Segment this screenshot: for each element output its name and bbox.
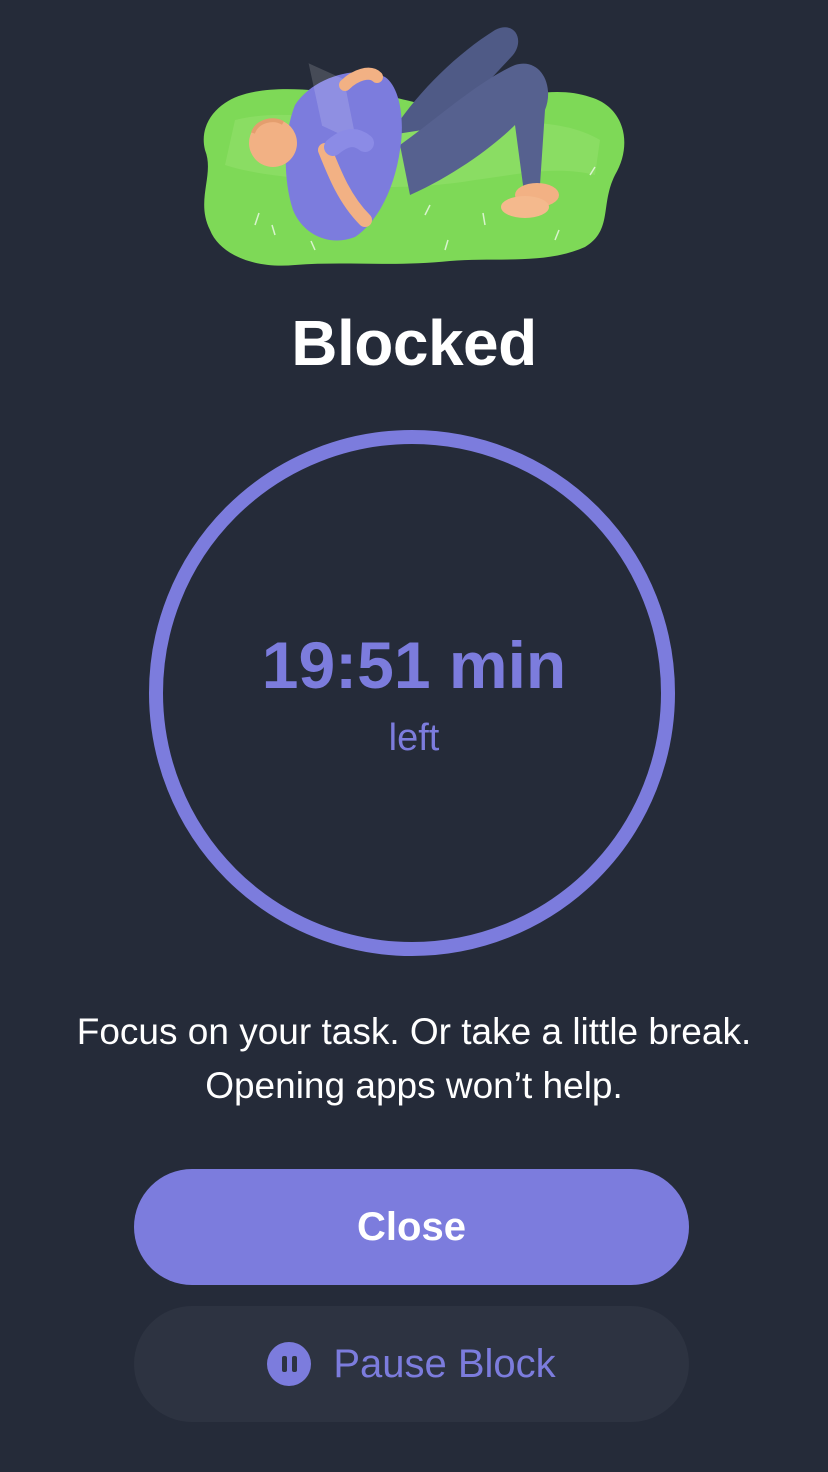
pause-icon <box>267 1342 312 1386</box>
focus-message: Focus on your task. Or take a little bre… <box>76 1011 752 1106</box>
time-remaining-label: left <box>388 717 440 759</box>
pause-block-label: Pause Block <box>333 1341 556 1386</box>
person-reading-illustration <box>195 25 635 270</box>
page-title: Blocked <box>291 307 537 379</box>
pause-block-button[interactable]: Pause Block <box>134 1306 689 1422</box>
close-button[interactable]: Close <box>134 1169 689 1285</box>
time-remaining-value: 19:51 min <box>261 628 567 702</box>
blocked-screen: Blocked 19:51 min left Focus on your tas… <box>0 0 828 1472</box>
close-button-label: Close <box>357 1204 466 1249</box>
